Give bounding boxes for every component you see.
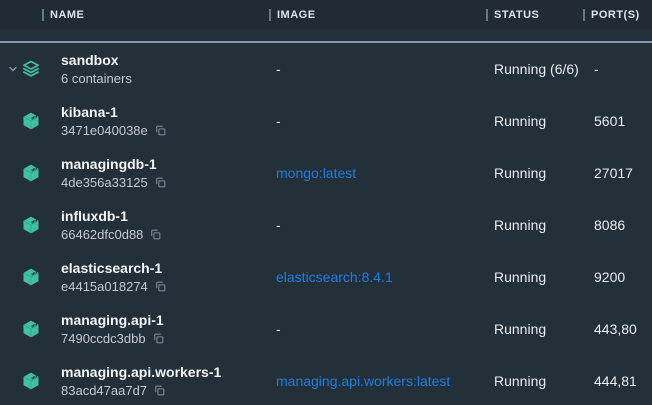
- container-name: elasticsearch-1: [61, 259, 167, 278]
- name-block: sandbox 6 containers: [61, 51, 132, 88]
- image-cell: mongo:latest: [269, 165, 486, 181]
- group-subtitle: 6 containers: [61, 70, 132, 88]
- ports-cell: 444,81: [583, 373, 652, 389]
- name-cell: kibana-1 3471e040038e: [0, 95, 269, 147]
- column-header-label: PORT(S): [591, 9, 640, 21]
- name-cell: elasticsearch-1 e4415a018274: [0, 251, 269, 303]
- status-cell: Running (6/6): [486, 61, 583, 77]
- container-id: 3471e040038e: [61, 122, 148, 140]
- status-cell: Running: [486, 217, 583, 233]
- copy-icon[interactable]: [149, 228, 162, 241]
- status-cell: Running: [486, 269, 583, 285]
- status-cell: Running: [486, 165, 583, 181]
- container-name: managing.api.workers-1: [61, 363, 221, 382]
- copy-icon[interactable]: [154, 176, 167, 189]
- container-name: managing.api-1: [61, 311, 165, 330]
- column-divider: [269, 9, 271, 21]
- name-cell: influxdb-1 66462dfc0d88: [0, 199, 269, 251]
- name-block: managingdb-1 4de356a33125: [61, 155, 167, 192]
- table-row-elasticsearch-1[interactable]: elasticsearch-1 e4415a018274 elasticsear…: [0, 251, 652, 303]
- table-row-managingdb-1[interactable]: managingdb-1 4de356a33125 mongo:latest R…: [0, 147, 652, 199]
- image-cell: -: [269, 61, 486, 77]
- layers-stack-icon: [21, 59, 41, 79]
- copy-icon[interactable]: [152, 332, 165, 345]
- image-dash: -: [276, 217, 281, 233]
- container-name: kibana-1: [61, 103, 167, 122]
- group-name: sandbox: [61, 51, 132, 70]
- image-dash: -: [276, 61, 281, 77]
- column-divider: [583, 9, 585, 21]
- container-id: 83acd47aa7d7: [61, 382, 147, 400]
- column-divider: [42, 9, 44, 21]
- image-dash: -: [276, 321, 281, 337]
- table-row-kibana-1[interactable]: kibana-1 3471e040038e - Running 5601: [0, 95, 652, 147]
- ports-cell: 443,80: [583, 321, 652, 337]
- table-header: NAME IMAGE STATUS PORT(S): [0, 0, 652, 30]
- image-cell: -: [269, 217, 486, 233]
- image-cell: -: [269, 113, 486, 129]
- container-id: e4415a018274: [61, 278, 148, 296]
- column-header-status: STATUS: [486, 0, 583, 30]
- column-header-image: IMAGE: [269, 0, 486, 30]
- column-header-name: NAME: [0, 0, 269, 30]
- table-row-managing-api-workers-1[interactable]: managing.api.workers-1 83acd47aa7d7 mana…: [0, 355, 652, 405]
- ports-cell: 5601: [583, 113, 652, 129]
- container-id: 66462dfc0d88: [61, 226, 143, 244]
- image-cell: -: [269, 321, 486, 337]
- status-cell: Running: [486, 321, 583, 337]
- ports-cell: 27017: [583, 165, 652, 181]
- name-cell: managing.api-1 7490ccdc3dbb: [0, 303, 269, 355]
- ports-cell: 8086: [583, 217, 652, 233]
- column-header-label: IMAGE: [277, 9, 316, 21]
- containers-table: NAME IMAGE STATUS PORT(S): [0, 0, 652, 405]
- container-id: 7490ccdc3dbb: [61, 330, 146, 348]
- name-block: kibana-1 3471e040038e: [61, 103, 167, 140]
- image-link[interactable]: mongo:latest: [276, 165, 356, 181]
- container-box-icon: [21, 215, 41, 235]
- name-cell: sandbox 6 containers: [0, 43, 269, 95]
- image-cell: managing.api.workers:latest: [269, 373, 486, 389]
- container-box-icon: [21, 267, 41, 287]
- container-box-icon: [21, 163, 41, 183]
- column-header-ports: PORT(S): [583, 0, 652, 30]
- name-block: elasticsearch-1 e4415a018274: [61, 259, 167, 296]
- name-cell: managingdb-1 4de356a33125: [0, 147, 269, 199]
- name-block: influxdb-1 66462dfc0d88: [61, 207, 162, 244]
- ports-cell: 9200: [583, 269, 652, 285]
- name-block: managing.api.workers-1 83acd47aa7d7: [61, 363, 221, 400]
- name-block: managing.api-1 7490ccdc3dbb: [61, 311, 165, 348]
- column-header-label: NAME: [50, 9, 84, 21]
- table-row-influxdb-1[interactable]: influxdb-1 66462dfc0d88 - Running 8086: [0, 199, 652, 251]
- column-divider: [486, 9, 488, 21]
- chevron-down-icon[interactable]: [6, 63, 20, 75]
- container-id: 4de356a33125: [61, 174, 148, 192]
- table-row-managing-api-1[interactable]: managing.api-1 7490ccdc3dbb - Running 44…: [0, 303, 652, 355]
- container-name: managingdb-1: [61, 155, 167, 174]
- ports-cell: -: [583, 61, 652, 77]
- container-box-icon: [21, 371, 41, 391]
- copy-icon[interactable]: [154, 124, 167, 137]
- container-name: influxdb-1: [61, 207, 162, 226]
- image-link[interactable]: managing.api.workers:latest: [276, 373, 450, 389]
- image-link[interactable]: elasticsearch:8.4.1: [276, 269, 393, 285]
- container-box-icon: [21, 111, 41, 131]
- copy-icon[interactable]: [153, 384, 166, 397]
- header-gap: [0, 30, 652, 41]
- table-row-group-sandbox[interactable]: sandbox 6 containers - Running (6/6) -: [0, 43, 652, 95]
- image-cell: elasticsearch:8.4.1: [269, 269, 486, 285]
- copy-icon[interactable]: [154, 280, 167, 293]
- column-header-label: STATUS: [494, 9, 539, 21]
- name-cell: managing.api.workers-1 83acd47aa7d7: [0, 355, 269, 405]
- container-box-icon: [21, 319, 41, 339]
- status-cell: Running: [486, 113, 583, 129]
- status-cell: Running: [486, 373, 583, 389]
- image-dash: -: [276, 113, 281, 129]
